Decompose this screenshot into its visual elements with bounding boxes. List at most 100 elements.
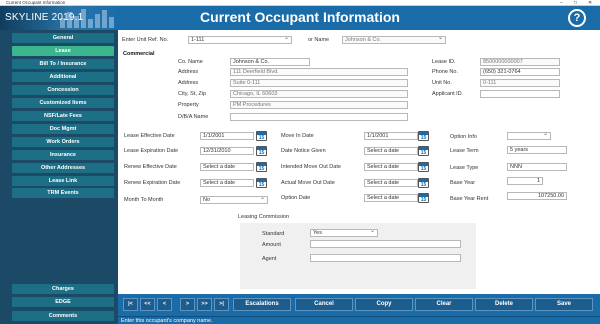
- actual-move-out-label: Actual Move Out Date: [281, 180, 335, 186]
- sidebar-item-comments[interactable]: Comments: [12, 311, 114, 321]
- property-label: Property: [178, 102, 199, 108]
- cancel-button[interactable]: Cancel: [295, 298, 353, 311]
- agent-label: Agent: [262, 256, 277, 262]
- help-icon[interactable]: ?: [568, 9, 586, 27]
- or-name-label: or Name: [308, 37, 330, 43]
- sidebar-item-nsf-late-fees[interactable]: NSF/Late Fees: [12, 111, 114, 121]
- first-record-button[interactable]: |<: [123, 298, 138, 311]
- base-year-label: Base Year: [450, 180, 476, 186]
- button-bar: |< << < > >> >| Escalations Cancel Copy …: [118, 294, 600, 316]
- calendar-icon[interactable]: 15: [418, 162, 429, 172]
- option-date-field[interactable]: Select a date: [364, 194, 418, 202]
- last-record-button[interactable]: >|: [214, 298, 229, 311]
- intended-move-out-label: Intended Move Out Date: [281, 164, 341, 170]
- leasing-commission-title: Leasing Commission: [238, 214, 290, 220]
- address2-label: Address: [178, 80, 199, 86]
- phone-field[interactable]: (650) 321-0764: [480, 68, 560, 76]
- lease-effective-field[interactable]: 1/1/2001: [200, 132, 254, 140]
- notice-given-field[interactable]: Select a date: [364, 147, 418, 155]
- month-to-month-select[interactable]: No: [200, 196, 268, 204]
- sidebar-item-other-addresses[interactable]: Other Addresses: [12, 163, 114, 173]
- base-year-field[interactable]: 1: [507, 177, 543, 185]
- renew-expiration-field[interactable]: Select a date: [200, 179, 254, 187]
- unit-ref-select[interactable]: 1-111: [188, 36, 292, 44]
- sidebar-item-general[interactable]: General: [12, 33, 114, 43]
- sidebar-item-lease-link[interactable]: Lease Link: [12, 176, 114, 186]
- sidebar-item-edge[interactable]: EDGE: [12, 297, 114, 307]
- standard-label: Standard: [262, 231, 285, 237]
- lease-term-field[interactable]: 5 years: [507, 146, 567, 154]
- sidebar-item-concession[interactable]: Concession: [12, 85, 114, 95]
- property-field[interactable]: PM Procedures: [230, 101, 408, 109]
- lease-type-field[interactable]: NNN: [507, 163, 567, 171]
- sidebar-item-additional[interactable]: Additional: [12, 72, 114, 82]
- co-name-field[interactable]: Johnson & Co.: [230, 58, 310, 66]
- lease-expiration-field[interactable]: 12/31/2010: [200, 147, 254, 155]
- sidebar-item-trm-events[interactable]: TRM Events: [12, 188, 114, 198]
- phone-label: Phone No.: [432, 69, 458, 75]
- calendar-icon[interactable]: 15: [256, 131, 267, 141]
- city-state-zip-label: City, St, Zip: [178, 91, 207, 97]
- city-state-zip-field[interactable]: Chicago, IL 60603: [230, 90, 408, 98]
- lease-type-label: Lease Type: [450, 165, 479, 171]
- intended-move-out-field[interactable]: Select a date: [364, 163, 418, 171]
- sidebar-item-doc-mgmt[interactable]: Doc Mgmt: [12, 124, 114, 134]
- renew-expiration-label: Renew Expiration Date: [124, 180, 181, 186]
- calendar-icon[interactable]: 15: [418, 131, 429, 141]
- sidebar-item-insurance[interactable]: Insurance: [12, 150, 114, 160]
- sidebar-item-customized-items[interactable]: Customized Items: [12, 98, 114, 108]
- standard-select[interactable]: Yes: [310, 229, 378, 237]
- co-name-label: Co. Name: [178, 59, 203, 65]
- unit-no-label: Unit No.: [432, 80, 452, 86]
- agent-field[interactable]: [310, 254, 461, 262]
- month-to-month-label: Month To Month: [124, 197, 164, 203]
- calendar-icon[interactable]: 15: [418, 193, 429, 203]
- sidebar-item-charges[interactable]: Charges: [12, 284, 114, 294]
- calendar-icon[interactable]: 15: [418, 178, 429, 188]
- sidebar-item-lease[interactable]: Lease: [12, 46, 114, 56]
- amount-field[interactable]: [310, 240, 461, 248]
- delete-button[interactable]: Delete: [475, 298, 533, 311]
- occupant-form: Enter Unit Ref. No. 1-111 or Name Johnso…: [118, 30, 600, 294]
- next-page-button[interactable]: >>: [197, 298, 212, 311]
- save-button[interactable]: Save: [535, 298, 593, 311]
- notice-given-label: Date Notice Given: [281, 148, 326, 154]
- name-select[interactable]: Johnson & Co.: [342, 36, 446, 44]
- base-year-rent-field[interactable]: 107250.00: [507, 192, 567, 200]
- logo-text: SKYLINE 2019.1: [5, 12, 84, 23]
- copy-button[interactable]: Copy: [355, 298, 413, 311]
- lease-term-label: Lease Term: [450, 148, 479, 154]
- move-in-field[interactable]: 1/1/2001: [364, 132, 418, 140]
- actual-move-out-field[interactable]: Select a date: [364, 179, 418, 187]
- prev-record-button[interactable]: <: [157, 298, 172, 311]
- escalations-button[interactable]: Escalations: [233, 298, 291, 311]
- calendar-icon[interactable]: 15: [256, 178, 267, 188]
- clear-button[interactable]: Clear: [415, 298, 473, 311]
- applicant-id-field[interactable]: [480, 90, 560, 98]
- status-bar: Enter this occupant's company name.: [118, 316, 600, 324]
- calendar-icon[interactable]: 15: [256, 162, 267, 172]
- applicant-id-label: Applicant ID.: [432, 91, 464, 97]
- address-field[interactable]: 111 Deerfield Blvd.: [230, 68, 408, 76]
- dba-name-field[interactable]: [230, 113, 408, 121]
- calendar-icon[interactable]: 15: [418, 146, 429, 156]
- page-title: Current Occupant Information: [200, 9, 400, 25]
- renew-effective-field[interactable]: Select a date: [200, 163, 254, 171]
- option-info-label: Option Info: [450, 134, 477, 140]
- lease-expiration-label: Lease Expiration Date: [124, 148, 179, 154]
- sidebar-item-bill-to-insurance[interactable]: Bill To / Insurance: [12, 59, 114, 69]
- skyline-logo: SKYLINE 2019.1: [0, 6, 118, 30]
- move-in-label: Move In Date: [281, 133, 314, 139]
- lease-id-label: Lease ID.: [432, 59, 456, 65]
- sidebar: General Lease Bill To / Insurance Additi…: [0, 30, 118, 324]
- next-record-button[interactable]: >: [180, 298, 195, 311]
- renew-effective-label: Renew Effective Date: [124, 164, 177, 170]
- option-info-select[interactable]: [507, 132, 551, 140]
- base-year-rent-label: Base Year Rent: [450, 196, 489, 202]
- calendar-icon[interactable]: 15: [256, 146, 267, 156]
- prev-page-button[interactable]: <<: [140, 298, 155, 311]
- lease-effective-label: Lease Effective Date: [124, 133, 175, 139]
- sidebar-item-work-orders[interactable]: Work Orders: [12, 137, 114, 147]
- address2-field[interactable]: Suite 0-111: [230, 79, 408, 87]
- commercial-section-label: Commercial: [123, 51, 155, 57]
